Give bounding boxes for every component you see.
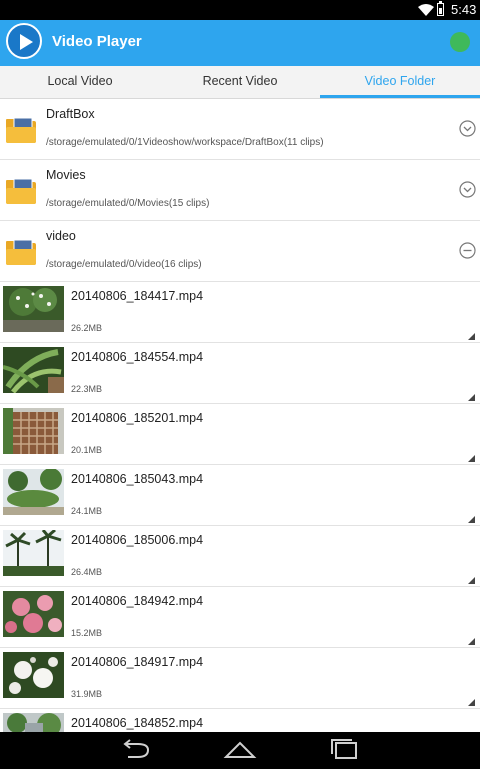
video-row[interactable]: 20140806_184417.mp4 26.2MB xyxy=(0,282,480,343)
corner-indicator-icon xyxy=(468,455,475,462)
folder-list[interactable]: DraftBox /storage/emulated/0/1Videoshow/… xyxy=(0,99,480,732)
corner-indicator-icon xyxy=(468,333,475,340)
video-thumbnail xyxy=(3,408,64,454)
video-size: 20.1MB xyxy=(71,445,103,455)
folder-row-draftbox[interactable]: DraftBox /storage/emulated/0/1Videoshow/… xyxy=(0,99,480,160)
video-size: 24.1MB xyxy=(71,506,103,516)
folder-name: DraftBox xyxy=(46,107,95,121)
tab-recent-video[interactable]: Recent Video xyxy=(160,66,320,99)
recent-apps-icon[interactable] xyxy=(324,737,364,763)
system-nav-bar xyxy=(0,732,480,769)
video-name: 20140806_185006.mp4 xyxy=(71,533,204,547)
video-thumbnail xyxy=(3,591,64,637)
video-size: 15.2MB xyxy=(71,628,103,638)
video-row[interactable]: 20140806_184852.mp4 xyxy=(0,709,480,732)
video-size: 22.3MB xyxy=(71,384,103,394)
tab-local-video[interactable]: Local Video xyxy=(0,66,160,99)
app-title: Video Player xyxy=(52,33,142,50)
video-row[interactable]: 20140806_185201.mp4 20.1MB xyxy=(0,404,480,465)
app-bar: Video Player xyxy=(0,20,480,66)
video-name: 20140806_185043.mp4 xyxy=(71,472,204,486)
folder-path: /storage/emulated/0/Movies(15 clips) xyxy=(46,198,210,209)
video-name: 20140806_185201.mp4 xyxy=(71,411,204,425)
video-size: 26.4MB xyxy=(71,567,103,577)
video-size: 31.9MB xyxy=(71,689,103,699)
video-name: 20140806_184852.mp4 xyxy=(71,716,204,730)
video-thumbnail xyxy=(3,469,64,515)
folder-path: /storage/emulated/0/1Videoshow/workspace… xyxy=(46,137,324,148)
play-circle-icon[interactable] xyxy=(6,23,42,59)
corner-indicator-icon xyxy=(468,394,475,401)
video-row[interactable]: 20140806_185006.mp4 26.4MB xyxy=(0,526,480,587)
video-thumbnail xyxy=(3,286,64,332)
video-name: 20140806_184417.mp4 xyxy=(71,289,204,303)
chevron-down-circle-icon[interactable] xyxy=(459,181,476,198)
video-row[interactable]: 20140806_184554.mp4 22.3MB xyxy=(0,343,480,404)
folder-icon xyxy=(6,117,36,143)
corner-indicator-icon xyxy=(468,638,475,645)
minus-circle-icon[interactable] xyxy=(459,242,476,259)
active-tab-indicator xyxy=(320,95,480,98)
video-thumbnail xyxy=(3,530,64,576)
video-size: 26.2MB xyxy=(71,323,103,333)
video-row[interactable]: 20140806_184917.mp4 31.9MB xyxy=(0,648,480,709)
corner-indicator-icon xyxy=(468,516,475,523)
video-thumbnail xyxy=(3,652,64,698)
green-circle-icon[interactable] xyxy=(450,32,470,52)
status-time: 5:43 xyxy=(451,2,477,17)
video-thumbnail xyxy=(3,713,64,732)
status-bar: 5:43 xyxy=(0,0,480,20)
battery-icon xyxy=(437,1,444,16)
back-icon[interactable] xyxy=(118,737,158,763)
folder-icon xyxy=(6,239,36,265)
video-row[interactable]: 20140806_185043.mp4 24.1MB xyxy=(0,465,480,526)
folder-name: Movies xyxy=(46,168,86,182)
video-name: 20140806_184554.mp4 xyxy=(71,350,204,364)
corner-indicator-icon xyxy=(468,699,475,706)
corner-indicator-icon xyxy=(468,577,475,584)
folder-icon xyxy=(6,178,36,204)
video-thumbnail xyxy=(3,347,64,393)
wifi-icon xyxy=(418,4,434,16)
folder-row-video[interactable]: video /storage/emulated/0/video(16 clips… xyxy=(0,221,480,282)
chevron-down-circle-icon[interactable] xyxy=(459,120,476,137)
video-name: 20140806_184917.mp4 xyxy=(71,655,204,669)
folder-name: video xyxy=(46,229,76,243)
folder-path: /storage/emulated/0/video(16 clips) xyxy=(46,259,202,270)
home-icon[interactable] xyxy=(220,737,260,763)
video-name: 20140806_184942.mp4 xyxy=(71,594,204,608)
video-row[interactable]: 20140806_184942.mp4 15.2MB xyxy=(0,587,480,648)
folder-row-movies[interactable]: Movies /storage/emulated/0/Movies(15 cli… xyxy=(0,160,480,221)
